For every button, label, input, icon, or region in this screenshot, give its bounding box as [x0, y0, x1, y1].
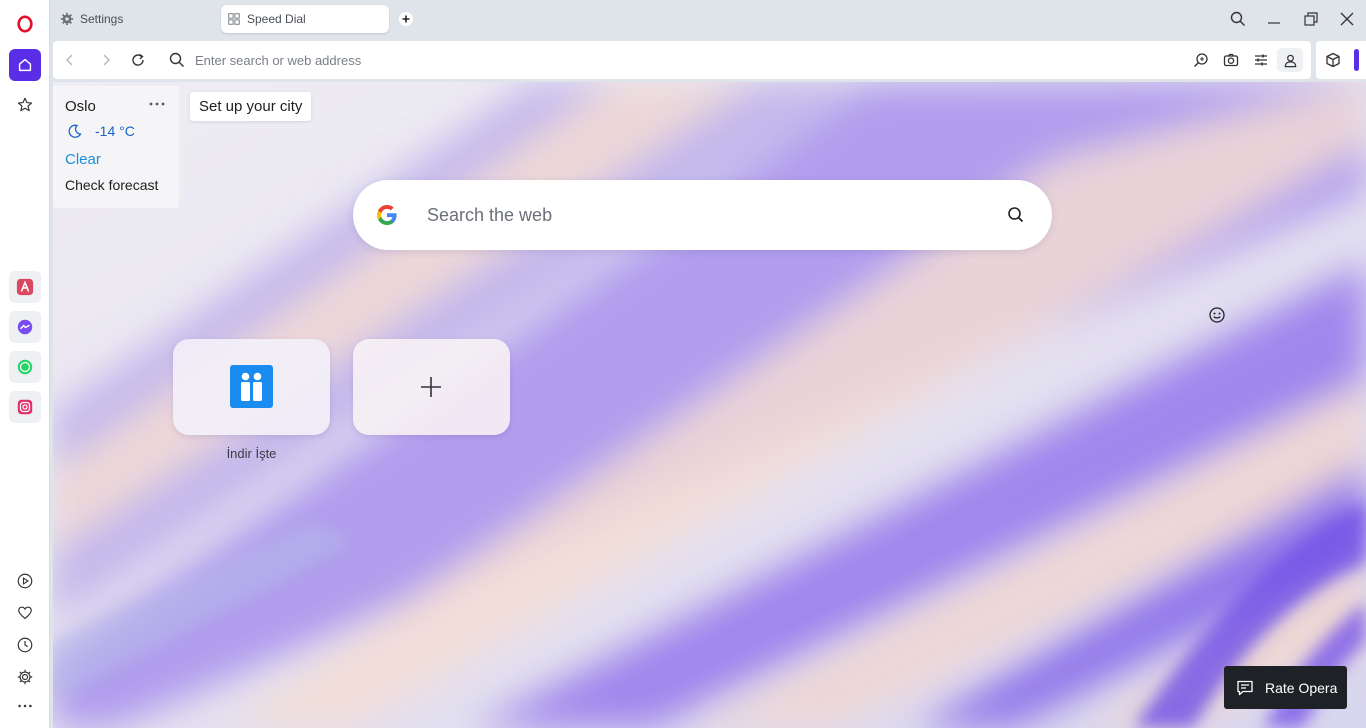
forward-button[interactable] — [97, 51, 115, 69]
lens-button[interactable] — [1192, 51, 1210, 69]
pinboards-button[interactable] — [9, 597, 41, 629]
weather-city: Oslo — [65, 98, 96, 115]
cube-icon — [1326, 52, 1340, 68]
google-logo-icon — [377, 205, 397, 225]
user-icon — [1284, 54, 1296, 67]
tab-speed-dial[interactable]: Speed Dial — [221, 5, 389, 33]
aria-icon — [16, 278, 34, 296]
player-icon — [17, 573, 33, 589]
search-icon[interactable] — [1006, 205, 1026, 225]
home-icon — [18, 58, 32, 72]
sliders-icon — [1255, 54, 1267, 66]
snapshot-button[interactable] — [1222, 51, 1240, 69]
weather-temperature: -14 °C — [95, 123, 135, 139]
camera-icon — [1223, 53, 1239, 67]
extensions-area — [1316, 41, 1366, 79]
tab-settings-label: Settings — [80, 12, 124, 26]
weather-widget[interactable]: Oslo -14 °C Clear Check forecast — [53, 86, 179, 208]
history-button[interactable] — [9, 629, 41, 661]
aria-button[interactable] — [9, 271, 41, 303]
messenger-button[interactable] — [9, 311, 41, 343]
back-button[interactable] — [61, 51, 79, 69]
setup-city-tooltip[interactable]: Set up your city — [190, 92, 312, 121]
player-button[interactable] — [9, 565, 41, 597]
reload-icon — [132, 53, 144, 66]
close-button[interactable] — [1337, 9, 1357, 29]
more-button[interactable] — [9, 690, 41, 722]
tab-search-button[interactable] — [1228, 9, 1248, 29]
home-button[interactable] — [9, 49, 41, 81]
weather-condition: Clear — [65, 151, 101, 168]
whatsapp-icon — [17, 359, 33, 375]
add-speed-dial-button[interactable] — [353, 339, 510, 435]
grid-icon — [228, 13, 240, 25]
bookmarks-button[interactable] — [9, 89, 41, 121]
opera-logo-icon[interactable] — [9, 8, 41, 40]
messenger-icon — [17, 319, 33, 335]
instagram-icon — [17, 399, 33, 415]
rate-opera-label: Rate Opera — [1265, 679, 1338, 696]
gear-icon — [60, 12, 74, 26]
more-icon — [18, 704, 32, 708]
search-icon — [1230, 11, 1245, 26]
search-box — [353, 180, 1052, 250]
sidebar-toggle-indicator[interactable] — [1354, 49, 1359, 71]
easy-setup-button[interactable] — [1252, 51, 1270, 69]
search-input[interactable] — [427, 202, 987, 228]
chevron-right-icon — [103, 54, 110, 66]
reload-button[interactable] — [129, 51, 147, 69]
address-search-icon — [168, 51, 186, 69]
plus-icon — [421, 377, 441, 397]
extensions-button[interactable] — [1324, 51, 1342, 69]
minimize-icon — [1268, 22, 1280, 24]
address-bar — [53, 41, 1311, 79]
instagram-button[interactable] — [9, 391, 41, 423]
indir-iste-logo-icon — [230, 365, 273, 408]
more-icon[interactable] — [147, 96, 167, 112]
moon-icon — [68, 124, 82, 138]
heart-icon — [18, 606, 32, 620]
profile-button[interactable] — [1277, 48, 1303, 72]
speed-dial-tile[interactable] — [173, 339, 330, 435]
close-icon — [1340, 12, 1354, 26]
gear-icon — [17, 669, 33, 685]
rate-opera-button[interactable]: Rate Opera — [1224, 666, 1347, 709]
feedback-icon — [1237, 680, 1253, 695]
address-input[interactable] — [195, 50, 1095, 70]
minimize-button[interactable] — [1264, 9, 1284, 29]
smiley-icon[interactable] — [1207, 305, 1227, 325]
new-tab-button[interactable] — [396, 9, 416, 29]
tab-speed-dial-label: Speed Dial — [247, 12, 306, 26]
settings-button[interactable] — [9, 661, 41, 693]
tab-strip: Settings Speed Dial — [50, 0, 1366, 38]
star-icon — [17, 97, 33, 112]
plus-icon — [399, 12, 413, 26]
page-search-icon — [1194, 53, 1208, 67]
tab-settings[interactable]: Settings — [54, 5, 204, 33]
speed-dial-tile-label: İndir İşte — [226, 446, 277, 461]
chevron-left-icon — [66, 54, 73, 66]
restore-button[interactable] — [1301, 9, 1321, 29]
whatsapp-button[interactable] — [9, 351, 41, 383]
history-icon — [17, 637, 33, 653]
sidebar — [0, 0, 50, 728]
check-forecast-link[interactable]: Check forecast — [65, 177, 158, 193]
restore-icon — [1304, 12, 1318, 26]
